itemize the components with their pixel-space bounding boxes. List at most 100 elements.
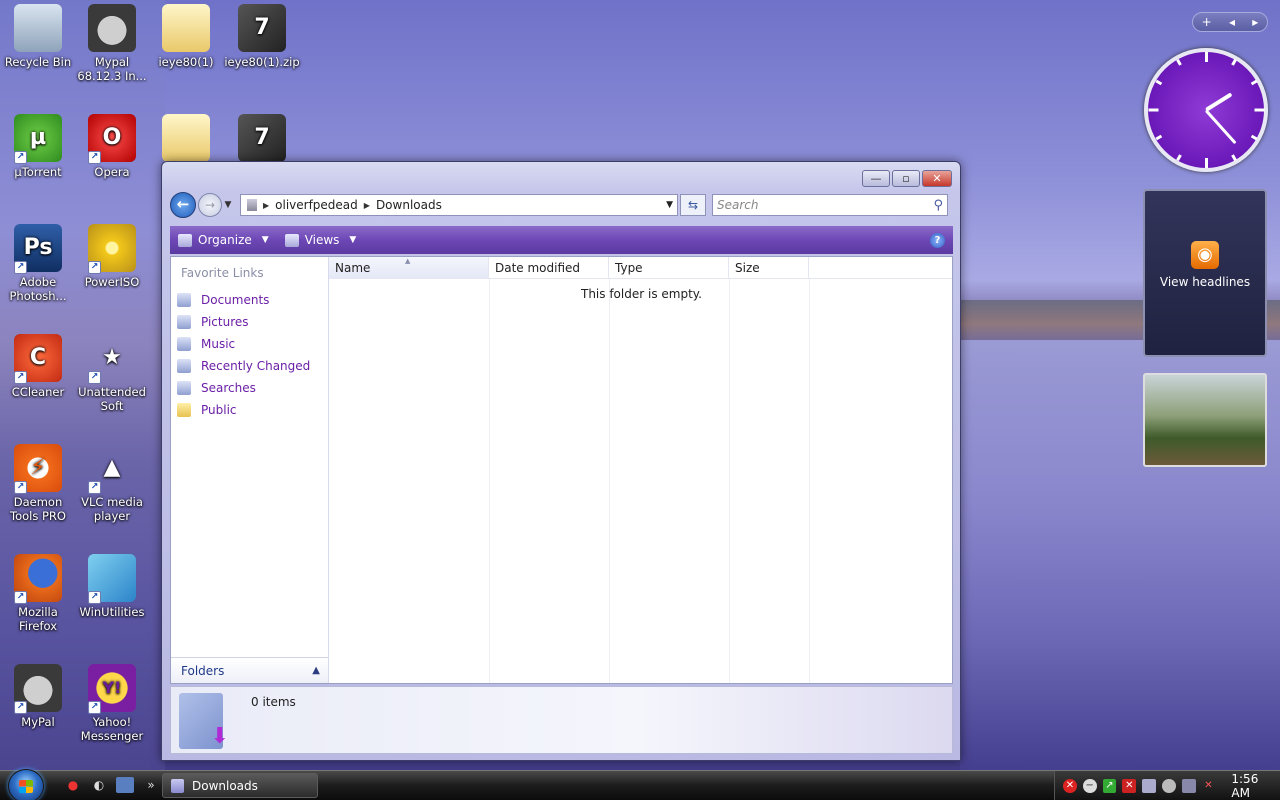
- clock-gadget[interactable]: [1144, 48, 1268, 172]
- close-button[interactable]: ✕: [922, 170, 952, 187]
- desktop-icon-recycle-bin[interactable]: Recycle Bin: [0, 4, 76, 69]
- breadcrumb-downloads[interactable]: Downloads: [376, 198, 442, 212]
- address-bar[interactable]: ▶ oliverfpedead ▶ Downloads ▼: [240, 194, 678, 216]
- desktop-icon-label: ieye80(1).zip: [224, 55, 300, 69]
- chevron-down-icon: ▼: [349, 235, 357, 245]
- lightning-glyph: ⚡: [30, 455, 46, 480]
- volume-muted-icon[interactable]: ✕: [1202, 779, 1216, 793]
- quicklaunch-more-button[interactable]: »: [142, 777, 160, 793]
- start-button[interactable]: [8, 769, 44, 800]
- minimize-button[interactable]: —: [862, 170, 890, 187]
- breadcrumb-user[interactable]: oliverfpedead: [275, 198, 358, 212]
- balloon-icon[interactable]: [1161, 779, 1176, 793]
- opera-quicklaunch-icon[interactable]: ●: [64, 777, 82, 793]
- desktop-icon-mypal[interactable]: ↗ MyPal: [0, 664, 76, 729]
- desktop-icon-label: Opera: [94, 165, 130, 179]
- nav-item-searches[interactable]: Searches: [171, 377, 328, 399]
- desktop-icon-zip-partial[interactable]: 7: [224, 114, 300, 165]
- search-input[interactable]: Search ⚲: [712, 194, 948, 216]
- desktop-icon-folder-partial[interactable]: [148, 114, 224, 165]
- views-button[interactable]: Views ▼: [284, 233, 357, 247]
- settings-tray-icon[interactable]: [1142, 779, 1156, 793]
- network-icon[interactable]: [1181, 779, 1196, 793]
- organize-button[interactable]: Organize ▼: [178, 233, 269, 247]
- nav-item-public[interactable]: Public: [171, 399, 328, 421]
- back-button[interactable]: ←: [170, 192, 196, 218]
- desktop-icon-label: ieye80(1): [158, 55, 214, 69]
- photoshop-glyph: Ps: [23, 235, 53, 260]
- refresh-button[interactable]: ⇆: [680, 194, 706, 216]
- forward-button[interactable]: →: [198, 193, 222, 217]
- raccoon-quicklaunch-icon[interactable]: ◐: [90, 777, 108, 793]
- column-date-modified[interactable]: Date modified: [489, 257, 609, 279]
- desktop-icon-ccleaner[interactable]: C ↗ CCleaner: [0, 334, 76, 399]
- desktop-icon-label: PowerISO: [84, 275, 140, 289]
- taskbar-clock[interactable]: 1:56 AM: [1231, 772, 1280, 800]
- show-desktop-icon[interactable]: [116, 777, 134, 793]
- column-size[interactable]: Size: [729, 257, 809, 279]
- nav-item-recently-changed[interactable]: Recently Changed: [171, 355, 328, 377]
- desktop-icon-yahoo-messenger[interactable]: Y! ↗ Yahoo! Messenger: [74, 664, 150, 743]
- archive-glyph: 7: [254, 15, 270, 40]
- feed-headlines-gadget[interactable]: ◉ View headlines: [1143, 189, 1267, 357]
- recent-pages-dropdown[interactable]: ▼: [222, 200, 234, 210]
- navigation-bar: ← → ▼ ▶ oliverfpedead ▶ Downloads ▼ ⇆ Se…: [170, 192, 953, 218]
- cone-glyph: ▲: [103, 455, 121, 480]
- previous-gadget-button[interactable]: ◂: [1229, 15, 1235, 29]
- yahoo-glyph: Y!: [102, 678, 122, 697]
- column-name[interactable]: ▲ Name: [329, 257, 489, 279]
- sync-icon[interactable]: ↗: [1102, 779, 1117, 793]
- taskbar: ● ◐ » Downloads ✕ − ↗ ✕ ✕ 1:56 AM: [0, 769, 1280, 800]
- nav-item-documents[interactable]: Documents: [171, 289, 328, 311]
- shortcut-arrow-icon: ↗: [88, 371, 101, 384]
- error-icon[interactable]: ✕: [1122, 779, 1137, 793]
- nav-item-label: Searches: [201, 381, 256, 395]
- slideshow-gadget[interactable]: [1143, 373, 1267, 467]
- column-type[interactable]: Type: [609, 257, 729, 279]
- desktop-icon-vlc[interactable]: ▲ ↗ VLC media player: [74, 444, 150, 524]
- breadcrumb-separator-icon: ▶: [363, 200, 370, 210]
- desktop-icon-ieye-zip[interactable]: 7 ieye80(1).zip: [224, 4, 300, 69]
- desktop-icon-winutilities[interactable]: ↗ WinUtilities: [74, 554, 150, 619]
- column-divider: [489, 279, 490, 683]
- notification-area: ✕ − ↗ ✕ ✕ 1:56 AM: [1054, 771, 1280, 800]
- minus-circle-icon[interactable]: −: [1082, 779, 1097, 793]
- folders-toggle[interactable]: Folders ▲: [171, 657, 328, 683]
- address-dropdown-icon[interactable]: ▼: [666, 200, 673, 210]
- file-list-pane[interactable]: ▲ Name Date modified Type Size This fold…: [329, 257, 952, 683]
- opera-icon: O ↗: [88, 114, 136, 164]
- navigation-pane: Favorite Links Documents Pictures Music …: [171, 257, 329, 683]
- maximize-button[interactable]: ▫: [892, 170, 920, 187]
- desktop-icon-label: Mypal 68.12.3 In...: [77, 55, 147, 83]
- folder-icon: [171, 778, 184, 793]
- folder-icon: [162, 4, 210, 52]
- add-gadget-button[interactable]: +: [1202, 15, 1212, 29]
- explorer-window[interactable]: — ▫ ✕ ← → ▼ ▶ oliverfpedead ▶ Downloads …: [161, 161, 961, 761]
- next-gadget-button[interactable]: ▸: [1252, 15, 1258, 29]
- desktop-icon-ieye-folder[interactable]: ieye80(1): [148, 4, 224, 69]
- shortcut-arrow-icon: ↗: [88, 701, 101, 714]
- firefox-icon: ↗: [14, 554, 62, 604]
- item-count: 0 items: [251, 695, 296, 709]
- desktop-icon-mypal-installer[interactable]: Mypal 68.12.3 In...: [74, 4, 150, 83]
- desktop-icon-poweriso[interactable]: ↗ PowerISO: [74, 224, 150, 289]
- folder-icon: [162, 114, 210, 162]
- shortcut-arrow-icon: ↗: [14, 701, 27, 714]
- ccleaner-icon: C ↗: [14, 334, 62, 384]
- desktop-icon-label: CCleaner: [11, 385, 65, 399]
- desktop-icon-firefox[interactable]: ↗ Mozilla Firefox: [0, 554, 76, 633]
- help-button[interactable]: ?: [930, 232, 945, 248]
- desktop-icon-daemon-tools[interactable]: ⚡ ↗ Daemon Tools PRO: [0, 444, 76, 523]
- desktop-icon-utorrent[interactable]: µ ↗ µTorrent: [0, 114, 76, 179]
- clock-tick: [1205, 158, 1208, 168]
- nav-item-music[interactable]: Music: [171, 333, 328, 355]
- security-alert-icon[interactable]: ✕: [1063, 779, 1077, 793]
- nav-item-pictures[interactable]: Pictures: [171, 311, 328, 333]
- clock-tick: [1254, 108, 1265, 112]
- desktop-icon-unattended-soft[interactable]: ★ ↗ Unattended Soft: [74, 334, 150, 414]
- taskbar-button-downloads[interactable]: Downloads: [162, 773, 318, 798]
- desktop-icon-opera[interactable]: O ↗ Opera: [74, 114, 150, 179]
- search-icon[interactable]: ⚲: [933, 198, 943, 213]
- desktop-icon-photoshop[interactable]: Ps ↗ Adobe Photosh...: [0, 224, 76, 303]
- 7zip-archive-icon: 7: [238, 114, 286, 162]
